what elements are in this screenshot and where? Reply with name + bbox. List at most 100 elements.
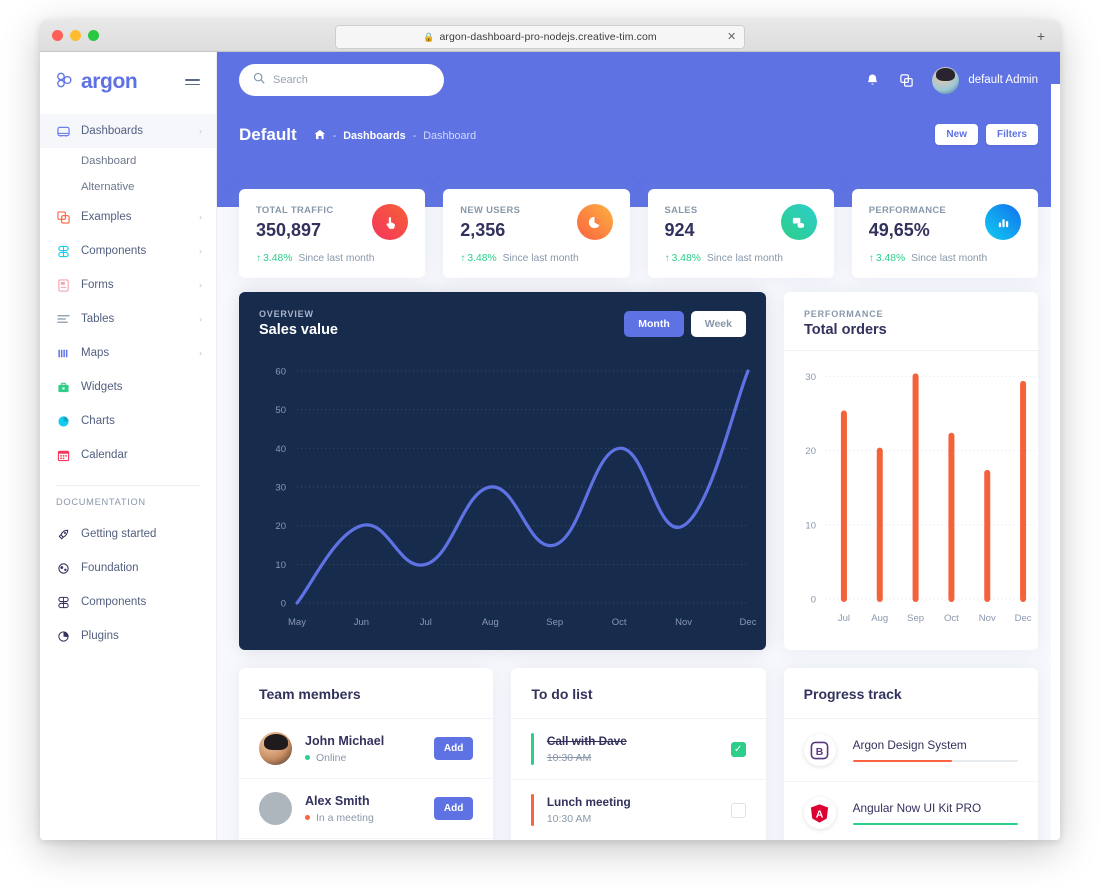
chart-title: Total orders bbox=[804, 322, 887, 338]
breadcrumb-item-dashboard: Dashboard bbox=[423, 129, 477, 142]
bar-plot: 0 10 20 30 Jul Aug Sep Oct Nov Dec bbox=[784, 351, 1038, 646]
progress-track-panel: Progress track B Argon Design System A A… bbox=[783, 668, 1038, 840]
close-icon[interactable]: ✕ bbox=[727, 32, 737, 43]
breadcrumb-item-dashboards[interactable]: Dashboards bbox=[343, 130, 405, 142]
window-scrollbar[interactable] bbox=[1051, 84, 1060, 840]
browser-tab[interactable]: 🔒 argon-dashboard-pro-nodejs.creative-ti… bbox=[335, 25, 745, 49]
sidebar-item-dashboards[interactable]: Dashboards › bbox=[40, 114, 216, 148]
sidebar-item-label: Forms bbox=[81, 279, 114, 291]
breadcrumb-separator: - bbox=[412, 129, 417, 142]
search-placeholder: Search bbox=[273, 74, 308, 86]
table-row: John Michael Online Add bbox=[239, 719, 494, 779]
svg-text:0: 0 bbox=[281, 599, 286, 610]
breadcrumb: - Dashboards - Dashboard bbox=[314, 129, 476, 143]
charts-row: Overview Sales value Month Week 0 10 20 30 4… bbox=[239, 292, 1038, 650]
filters-button[interactable]: Filters bbox=[985, 124, 1038, 145]
chevron-right-icon: › bbox=[199, 314, 202, 324]
member-name: John Michael bbox=[305, 733, 385, 748]
sidebar-item-charts[interactable]: Charts bbox=[40, 404, 216, 438]
brand[interactable]: argon bbox=[56, 70, 138, 94]
sidebar-item-calendar[interactable]: Calendar bbox=[40, 438, 216, 472]
sidebar-divider bbox=[56, 485, 200, 486]
sidebar-item-widgets[interactable]: Widgets bbox=[40, 370, 216, 404]
sidebar-item-label: Widgets bbox=[81, 381, 123, 393]
page-header: Default - Dashboards - Dashboard New Fil… bbox=[239, 108, 1038, 145]
member-status: In a meeting bbox=[305, 812, 421, 824]
svg-text:Oct: Oct bbox=[944, 613, 959, 624]
svg-text:10: 10 bbox=[805, 520, 816, 531]
hamburger-icon[interactable] bbox=[185, 78, 200, 86]
panel-title: To do list bbox=[531, 686, 593, 702]
sidebar-item-label: Examples bbox=[81, 211, 132, 223]
sidebar-item-examples[interactable]: Examples › bbox=[40, 200, 216, 234]
todo-checkbox[interactable] bbox=[730, 802, 746, 818]
app-root: argon Dashboards › Dashboard Alternative… bbox=[40, 52, 1060, 840]
sidebar-item-components[interactable]: Components › bbox=[40, 234, 216, 268]
sidebar-item-getting-started[interactable]: Getting started bbox=[40, 517, 216, 551]
table-row: Samantha Ivy Add bbox=[239, 839, 493, 840]
bell-icon[interactable] bbox=[864, 72, 881, 89]
svg-text:Jun: Jun bbox=[354, 617, 369, 628]
todo-accent-bar bbox=[531, 794, 534, 826]
progress-bar-fill bbox=[852, 759, 952, 763]
close-window-button[interactable] bbox=[52, 30, 63, 41]
todo-title: Lunch meeting bbox=[546, 795, 631, 809]
browser-titlebar: 🔒 argon-dashboard-pro-nodejs.creative-ti… bbox=[40, 20, 1060, 52]
chevron-right-icon: › bbox=[199, 348, 202, 358]
add-member-button[interactable]: Add bbox=[433, 797, 474, 820]
sidebar-item-doc-components[interactable]: Components bbox=[40, 585, 216, 619]
sidebar-item-foundation[interactable]: Foundation bbox=[40, 551, 216, 585]
sidebar-item-label: Charts bbox=[81, 415, 115, 427]
window-controls[interactable] bbox=[40, 30, 99, 41]
total-orders-chart-card: Performance Total orders 0 10 20 30 Jul Aug Se… bbox=[784, 292, 1038, 650]
sidebar-item-tables[interactable]: Tables › bbox=[40, 302, 216, 336]
new-button[interactable]: New bbox=[935, 124, 978, 145]
brand-name: argon bbox=[81, 70, 138, 93]
status-label: In a meeting bbox=[316, 811, 374, 824]
apps-icon[interactable] bbox=[898, 72, 915, 89]
avatar bbox=[932, 66, 960, 94]
sidebar-item-label: Components bbox=[81, 596, 147, 608]
tables-icon bbox=[56, 312, 70, 326]
list-item: Lunch meeting 10:30 AM bbox=[511, 780, 765, 840]
sidebar-subitem-label: Dashboard bbox=[81, 155, 137, 167]
sidebar-item-forms[interactable]: Forms › bbox=[40, 268, 216, 302]
list-item: A Angular Now UI Kit PRO bbox=[784, 782, 1038, 840]
page-header-left: Default - Dashboards - Dashboard bbox=[239, 125, 476, 145]
todo-list-panel: To do list Call with Dave 10:30 AM ✓ Lun… bbox=[511, 668, 766, 840]
svg-text:A: A bbox=[816, 808, 824, 820]
svg-text:30: 30 bbox=[275, 483, 286, 494]
sidebar-subitem-alternative[interactable]: Alternative bbox=[40, 174, 216, 200]
chevron-right-icon: › bbox=[199, 126, 202, 136]
sidebar-item-plugins[interactable]: Plugins bbox=[40, 619, 216, 653]
sidebar-item-label: Foundation bbox=[81, 562, 139, 574]
sidebar-subitem-dashboard[interactable]: Dashboard bbox=[40, 148, 216, 174]
search-input[interactable]: Search bbox=[239, 64, 444, 96]
toggle-month-button[interactable]: Month bbox=[624, 310, 684, 337]
minimize-window-button[interactable] bbox=[70, 30, 81, 41]
avatar bbox=[259, 792, 292, 825]
add-member-button[interactable]: Add bbox=[433, 737, 474, 760]
sidebar-item-label: Components bbox=[81, 245, 147, 257]
home-icon[interactable] bbox=[314, 129, 326, 143]
chevron-right-icon: › bbox=[199, 212, 202, 222]
maximize-window-button[interactable] bbox=[88, 30, 99, 41]
chart-range-toggle: Month Week bbox=[624, 310, 746, 337]
chevron-right-icon: › bbox=[199, 280, 202, 290]
svg-text:Jul: Jul bbox=[420, 617, 432, 628]
user-menu[interactable]: default Admin bbox=[932, 66, 1038, 94]
toggle-week-button[interactable]: Week bbox=[690, 310, 746, 337]
svg-text:20: 20 bbox=[805, 446, 816, 457]
sidebar-item-maps[interactable]: Maps › bbox=[40, 336, 216, 370]
todo-time: 10:30 AM bbox=[546, 813, 592, 825]
widgets-icon bbox=[56, 380, 70, 394]
status-label: Online bbox=[316, 751, 347, 764]
new-tab-button[interactable]: + bbox=[1032, 27, 1050, 45]
page-title: Default bbox=[239, 124, 297, 144]
bootstrap-logo-icon: B bbox=[803, 734, 836, 766]
todo-checkbox[interactable]: ✓ bbox=[730, 741, 746, 757]
svg-text:Sep: Sep bbox=[907, 613, 924, 624]
sidebar-subitem-label: Alternative bbox=[81, 181, 135, 193]
rocket-icon bbox=[56, 527, 70, 541]
topbar-upper: Search default Admin bbox=[239, 52, 1038, 108]
